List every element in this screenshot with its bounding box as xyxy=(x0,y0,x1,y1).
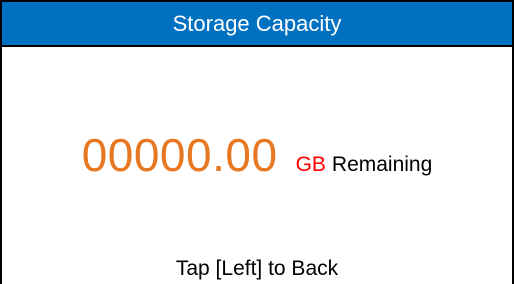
title-bar: Storage Capacity xyxy=(2,2,512,47)
capacity-label: Remaining xyxy=(331,153,433,176)
capacity-value: 00000.00 xyxy=(81,129,278,181)
capacity-readout: 00000.00 GB Remaining xyxy=(2,132,512,178)
storage-capacity-screen: Storage Capacity 00000.00 GB Remaining T… xyxy=(0,0,514,284)
capacity-unit: GB xyxy=(295,153,326,176)
page-title: Storage Capacity xyxy=(172,11,342,36)
back-hint: Tap [Left] to Back xyxy=(175,257,339,280)
